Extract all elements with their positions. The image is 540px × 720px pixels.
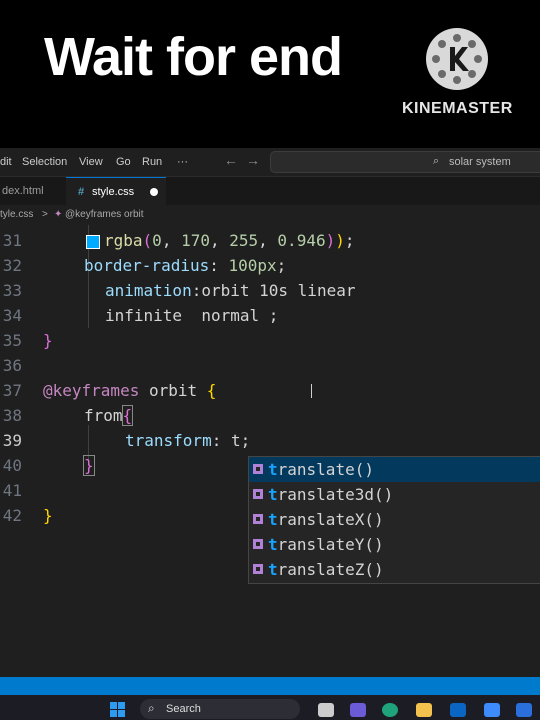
autocomplete-suggestions: translate() translate3d() translateX() t… xyxy=(248,456,540,584)
unsaved-dot-icon[interactable] xyxy=(150,188,158,196)
dropbox-icon[interactable] xyxy=(484,703,500,717)
code-line-34: infinite normal ; xyxy=(105,306,279,325)
menubar: dit Selection View Go Run ··· ← → ⌕ sola… xyxy=(0,148,540,177)
line-number: 35 xyxy=(2,331,22,350)
suggestion-item[interactable]: translateY() xyxy=(249,532,540,557)
suggestion-item[interactable]: translate3d() xyxy=(249,482,540,507)
breadcrumb: tyle.css > ✦ @keyframes orbit xyxy=(0,205,540,225)
line-number: 33 xyxy=(2,281,22,300)
code-line-40: } xyxy=(83,455,95,476)
line-number: 31 xyxy=(2,231,22,250)
file-explorer-icon[interactable] xyxy=(416,703,432,717)
suggestion-item[interactable]: translateX() xyxy=(249,507,540,532)
tab-index-html[interactable]: dex.html xyxy=(0,177,62,205)
method-cube-icon xyxy=(253,564,263,574)
taskbar-search[interactable]: ⌕ Search xyxy=(140,699,300,719)
menu-view[interactable]: View xyxy=(79,156,103,168)
status-bar xyxy=(0,677,540,695)
line-number: 40 xyxy=(2,456,22,475)
vscode-icon[interactable] xyxy=(516,703,532,717)
menu-selection[interactable]: Selection xyxy=(22,156,67,168)
line-number: 34 xyxy=(2,306,22,325)
menu-edit[interactable]: dit xyxy=(0,156,12,168)
method-cube-icon xyxy=(253,514,263,524)
breadcrumb-symbol[interactable]: @keyframes orbit xyxy=(65,209,144,220)
suggestion-item[interactable]: translateZ() xyxy=(249,557,540,582)
mail-icon[interactable] xyxy=(450,703,466,717)
search-icon: ⌕ xyxy=(433,155,440,167)
kinemaster-logo-icon xyxy=(426,28,488,90)
tab-style-css[interactable]: # style.css xyxy=(66,177,166,206)
code-line-33: animation:orbit 10s linear xyxy=(105,281,356,300)
search-workspace-label: solar system xyxy=(449,156,511,168)
kinemaster-watermark: KINEMASTER xyxy=(402,100,513,117)
code-line-37: @keyframes orbit { xyxy=(43,381,217,400)
breadcrumb-separator: > xyxy=(42,209,48,220)
edge-browser-icon[interactable] xyxy=(382,703,398,717)
windows-taskbar: ⌕ Search xyxy=(0,695,540,720)
task-view-icon[interactable] xyxy=(318,703,334,717)
code-line-32: border-radius: 100px; xyxy=(84,256,287,275)
windows-start-icon[interactable] xyxy=(110,702,126,718)
tab-label: style.css xyxy=(92,186,135,198)
forward-arrow-icon[interactable]: → xyxy=(246,152,260,168)
code-line-39: transform: t; xyxy=(125,431,251,450)
menu-run[interactable]: Run xyxy=(142,156,162,168)
taskbar-search-label: Search xyxy=(166,703,201,715)
color-swatch-icon[interactable] xyxy=(86,234,100,249)
code-line-42: } xyxy=(43,506,53,525)
search-icon: ⌕ xyxy=(148,701,155,715)
suggestion-item[interactable]: translate() xyxy=(249,457,540,482)
command-center-search[interactable]: ⌕ solar system xyxy=(270,151,540,173)
line-number: 38 xyxy=(2,406,22,425)
line-number: 41 xyxy=(2,481,22,500)
mouse-ibeam-cursor xyxy=(311,384,312,398)
line-number: 32 xyxy=(2,256,22,275)
video-overlay-title: Wait for end xyxy=(44,27,343,87)
tab-label: dex.html xyxy=(2,185,44,197)
line-number: 36 xyxy=(2,356,22,375)
css-file-icon: # xyxy=(78,186,85,198)
menu-go[interactable]: Go xyxy=(116,156,131,168)
menu-more-icon[interactable]: ··· xyxy=(177,156,188,168)
code-line-38: from{ xyxy=(84,405,134,426)
back-arrow-icon[interactable]: ← xyxy=(224,152,238,168)
method-cube-icon xyxy=(253,464,263,474)
editor-tab-bar: dex.html # style.css xyxy=(0,177,540,206)
breadcrumb-file[interactable]: tyle.css xyxy=(0,209,33,220)
code-line-35: } xyxy=(43,331,53,350)
method-cube-icon xyxy=(253,489,263,499)
code-editor[interactable]: 31 32 33 34 35 36 37 38 39 40 41 42 rgba… xyxy=(0,225,540,677)
line-number: 42 xyxy=(2,506,22,525)
line-number: 37 xyxy=(2,381,22,400)
code-line-31: rgba(0, 170, 255, 0.946)); xyxy=(86,231,355,250)
teams-icon[interactable] xyxy=(350,703,366,717)
line-number-current: 39 xyxy=(2,431,22,450)
keyframes-symbol-icon: ✦ xyxy=(54,209,63,220)
method-cube-icon xyxy=(253,539,263,549)
